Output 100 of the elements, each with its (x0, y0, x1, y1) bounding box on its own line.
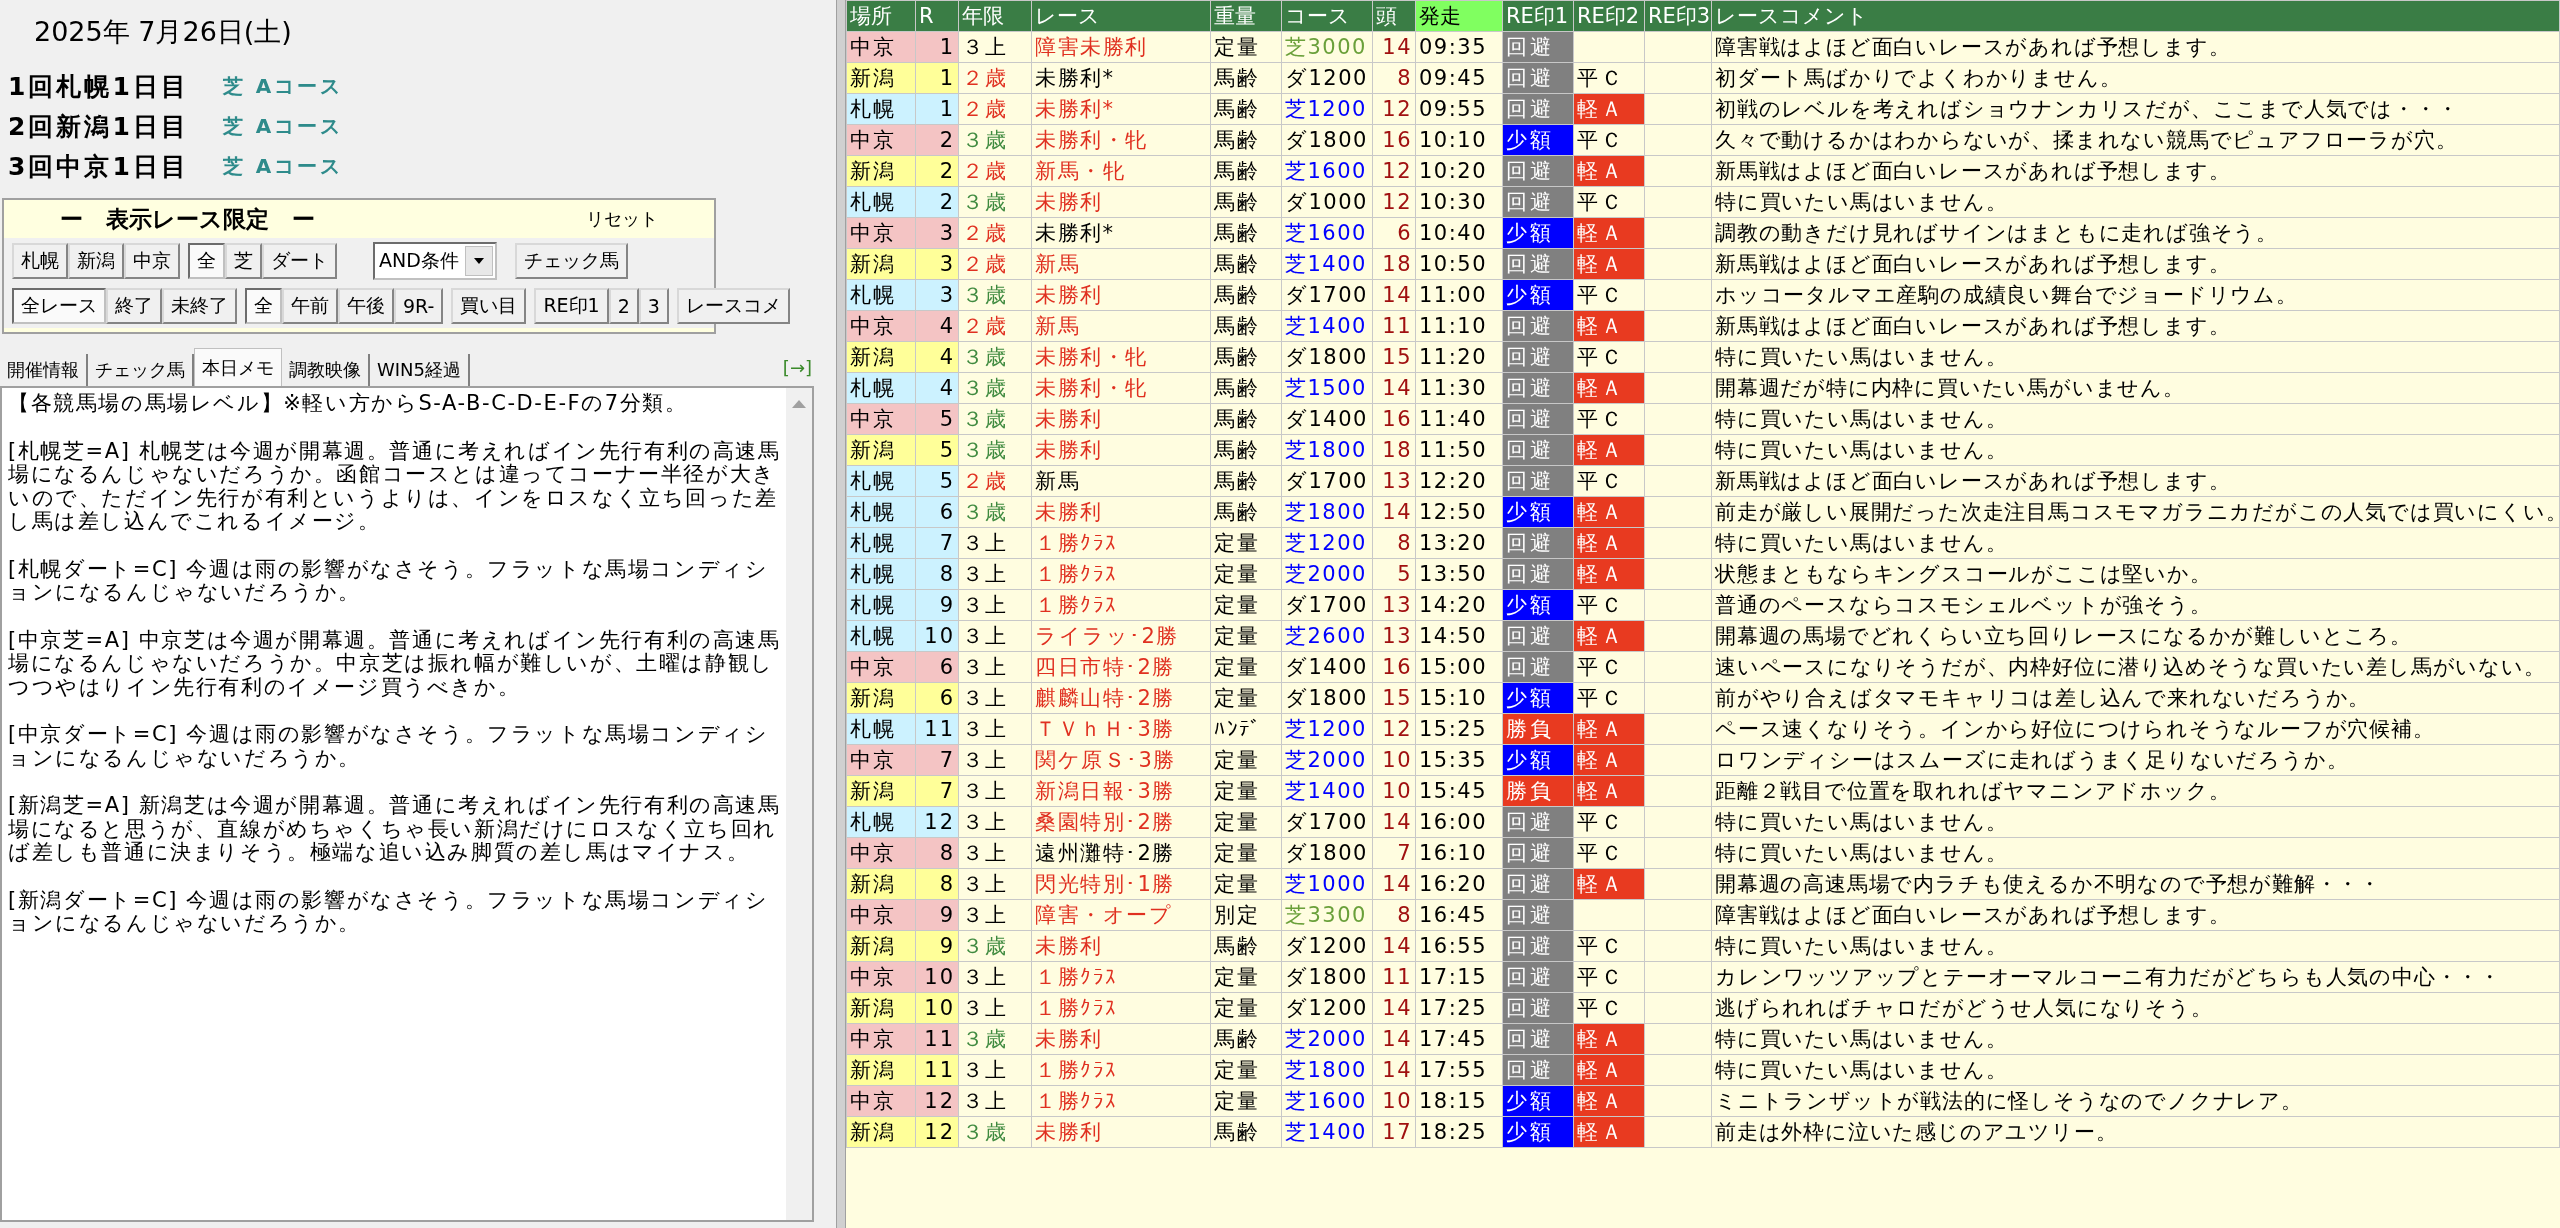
column-header[interactable]: レース (1031, 0, 1211, 32)
post-time-cell: 10:10 (1415, 124, 1503, 156)
mark-cell: 回避 (1502, 992, 1574, 1024)
filter-toggle[interactable]: 札幌 (12, 243, 68, 279)
comment-cell: 開幕週の高速馬場で内ラチも使えるか不明なので予想が難解・・・ (1711, 868, 2560, 900)
age-cell: ３上 (958, 713, 1032, 745)
comment-cell: 特に買いたい馬はいません。 (1711, 1023, 2560, 1055)
filter-toggle[interactable]: 終了 (106, 288, 162, 324)
column-header[interactable]: RE印3 (1644, 0, 1712, 32)
column-header[interactable]: レースコメント (1711, 0, 2560, 32)
filter-button[interactable]: 買い目 (451, 288, 527, 324)
age-cell: ２歳 (958, 248, 1032, 280)
filter-toggle[interactable]: 9R- (394, 288, 444, 324)
weight-cell: 馬齢 (1210, 930, 1282, 962)
venue-cell: 札幌 (846, 527, 916, 559)
mark-cell: 勝負 (1502, 713, 1574, 745)
weight-cell: 別定 (1210, 899, 1282, 931)
filter-toggle[interactable]: 午後 (338, 288, 394, 324)
filter-toggle[interactable]: 中京 (124, 243, 180, 279)
memo-paragraph: [新潟ダート=C] 今週は雨の影響がなさそう。フラットな馬場コンディションになるんじゃないだろうか。 (8, 888, 770, 936)
venue-cell: 中京 (846, 310, 916, 342)
course-cell: ダ1800 (1281, 341, 1373, 373)
column-header[interactable]: R (915, 0, 959, 32)
race-name-cell: 障害未勝利 (1031, 31, 1211, 63)
venue-cell: 札幌 (846, 713, 916, 745)
filter-toggle[interactable]: ダート (262, 243, 337, 279)
filter-toggle[interactable]: 芝 (225, 243, 262, 279)
race-name-cell: 未勝利 (1031, 186, 1211, 218)
mark-cell: 少額 (1502, 744, 1574, 776)
post-time-cell: 16:45 (1415, 899, 1503, 931)
scroll-up-icon[interactable] (792, 400, 806, 408)
filter-toggle[interactable]: RE印1 (534, 288, 609, 324)
weight-cell: 馬齢 (1210, 496, 1282, 528)
age-cell: ３上 (958, 558, 1032, 590)
filter-button[interactable]: レースコメ (676, 288, 790, 324)
comment-cell: 久々で動けるかはわからないが、揉まれない競馬でピュアフローラが穴。 (1711, 124, 2560, 156)
filter-toggle[interactable]: 2 (608, 288, 639, 324)
race-name-cell: 麒麟山特･2勝 (1031, 682, 1211, 714)
column-header[interactable]: 場所 (846, 0, 916, 32)
filter-button[interactable]: チェック馬 (514, 243, 628, 279)
memo-textarea[interactable] (0, 386, 814, 1222)
comment-cell: 逃げられればチャロだがどうせ人気になりそう。 (1711, 992, 2560, 1024)
mark-cell: 回避 (1502, 527, 1574, 559)
filter-toggle[interactable]: 新潟 (68, 243, 124, 279)
post-time-cell: 12:50 (1415, 496, 1503, 528)
column-header[interactable]: コース (1281, 0, 1373, 32)
mark-cell: 回避 (1502, 186, 1574, 218)
reset-button[interactable]: リセット (586, 207, 658, 231)
filter-toggle[interactable]: 全 (245, 288, 282, 324)
mark-cell: 勝負 (1502, 775, 1574, 807)
column-header[interactable]: RE印2 (1573, 0, 1645, 32)
course-cell: 芝1600 (1281, 217, 1373, 249)
race-name-cell: 未勝利 (1031, 279, 1211, 311)
scrollbar[interactable] (786, 388, 812, 1220)
mark-cell: 軽Ａ (1573, 1023, 1645, 1055)
mark-cell: 軽Ａ (1573, 527, 1645, 559)
comment-cell: 新馬戦はよほど面白いレースがあれば予想します。 (1711, 310, 2560, 342)
post-time-cell: 11:00 (1415, 279, 1503, 311)
race-name-cell: ＴＶｈＨ･3勝 (1031, 713, 1211, 745)
comment-cell: 特に買いたい馬はいません。 (1711, 403, 2560, 435)
race-name-cell: 未勝利 (1031, 434, 1211, 466)
mark-cell: 回避 (1502, 341, 1574, 373)
filter-toggle[interactable]: 未終了 (162, 288, 237, 324)
mark-cell: 軽Ａ (1573, 868, 1645, 900)
post-time-cell: 10:20 (1415, 155, 1503, 187)
venue-cell: 新潟 (846, 775, 916, 807)
age-cell: ３上 (958, 992, 1032, 1024)
comment-cell: ペース速くなりそう。インから好位につけられそうなルーフが穴候補。 (1711, 713, 2560, 745)
filter-toggle[interactable]: 午前 (282, 288, 338, 324)
expand-link[interactable]: [→] (782, 357, 812, 378)
panel-splitter[interactable] (836, 0, 846, 1228)
age-cell: ３上 (958, 589, 1032, 621)
memo-paragraph: [札幌ダート=C] 今週は雨の影響がなさそう。フラットな馬場コンディションになるんじゃないだろうか。 (8, 557, 770, 605)
course-cell: 芝1200 (1281, 713, 1373, 745)
post-time-cell: 11:40 (1415, 403, 1503, 435)
post-time-cell: 10:40 (1415, 217, 1503, 249)
mark-cell: 回避 (1502, 651, 1574, 683)
column-header[interactable]: 重量 (1210, 0, 1282, 32)
column-header[interactable]: 頭 (1372, 0, 1416, 32)
column-header[interactable]: 発走 (1415, 0, 1503, 32)
race-name-cell: 新馬・牝 (1031, 155, 1211, 187)
course-cell: ダ1700 (1281, 279, 1373, 311)
column-header[interactable]: RE印1 (1502, 0, 1574, 32)
mark-cell: 平Ｃ (1573, 651, 1645, 683)
race-name-cell: 未勝利・牝 (1031, 341, 1211, 373)
age-cell: ３歳 (958, 930, 1032, 962)
filter-toggle[interactable]: 全 (188, 243, 225, 279)
column-header[interactable]: 年限 (958, 0, 1032, 32)
weight-cell: 定量 (1210, 31, 1282, 63)
post-time-cell: 12:20 (1415, 465, 1503, 497)
meeting-name: 1回札幌1日目 (8, 70, 189, 103)
filter-toggle[interactable]: 全レース (12, 288, 106, 324)
comment-cell: カレンワッツアップとテーオーマルコーニ有力だがどちらも人気の中心・・・ (1711, 961, 2560, 993)
tab[interactable]: 本日メモ (194, 348, 282, 386)
filter-toggle[interactable]: 3 (638, 288, 669, 324)
mark-cell: 軽Ａ (1573, 1085, 1645, 1117)
condition-dropdown[interactable]: AND条件 (373, 242, 497, 280)
date-heading: 2025年 7月26日(土) (33, 15, 293, 49)
weight-cell: 定量 (1210, 744, 1282, 776)
mark-cell: 回避 (1502, 806, 1574, 838)
